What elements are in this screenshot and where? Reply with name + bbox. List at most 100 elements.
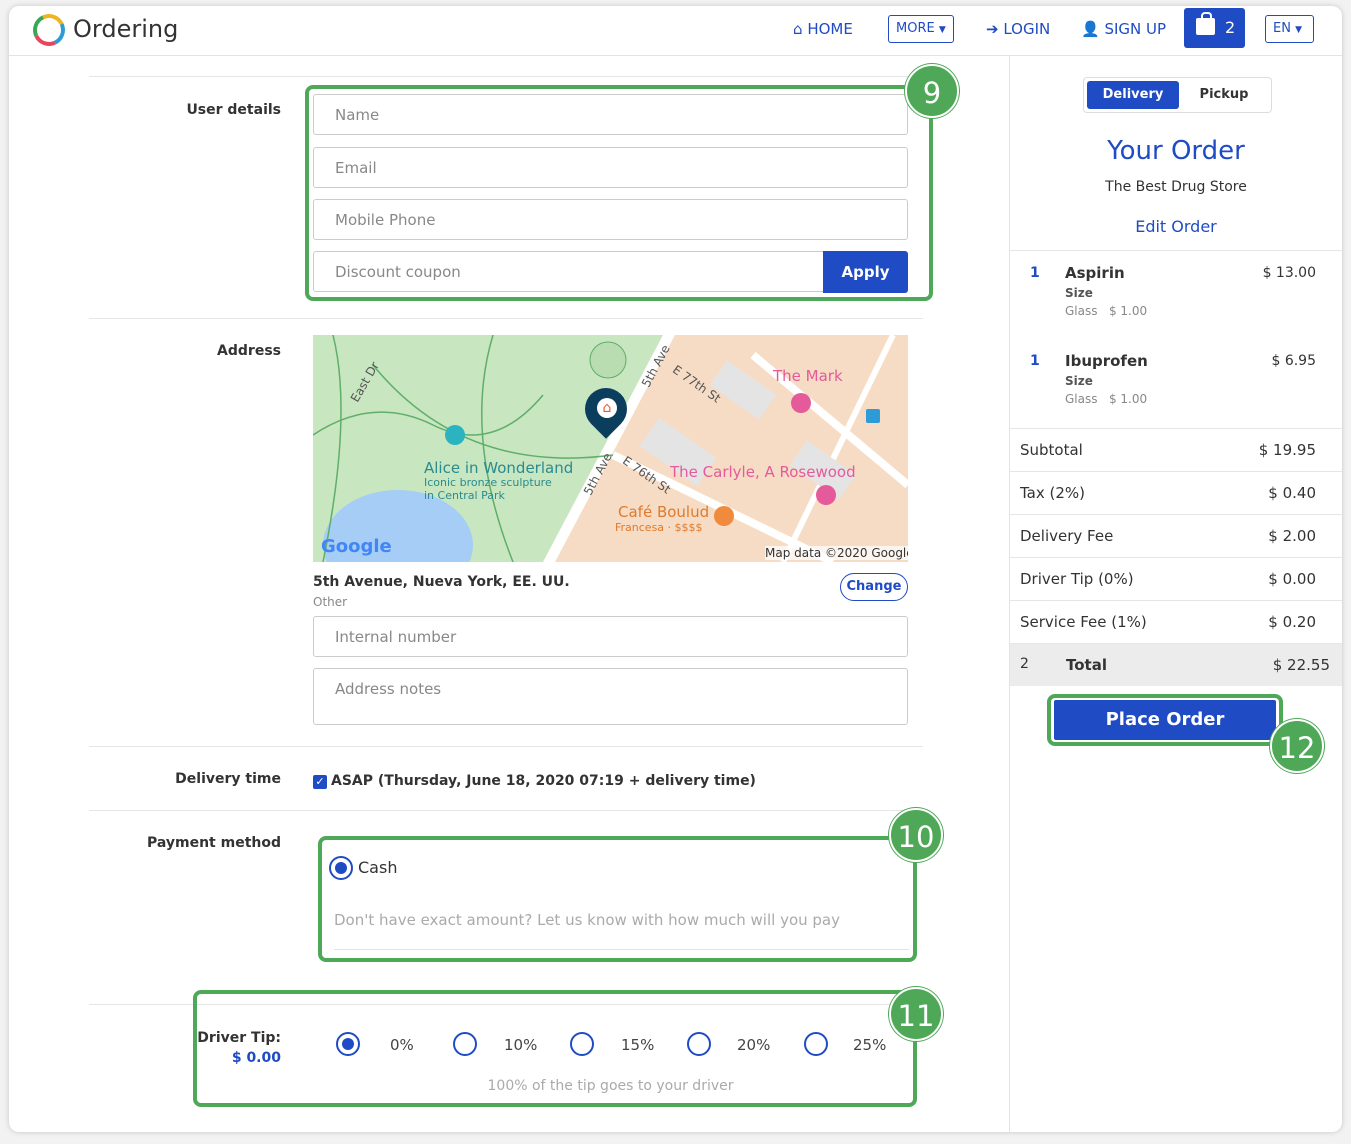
summary-label: Service Fee (1%)	[1020, 613, 1147, 631]
summary-row-driver-tip: Driver Tip (0%) $ 0.00	[1010, 557, 1342, 600]
caret-down-icon: ▼	[1295, 25, 1303, 35]
summary-value: $ 0.00	[1268, 570, 1316, 588]
address-notes-textarea[interactable]: Address notes	[313, 668, 908, 725]
tab-delivery[interactable]: Delivery	[1087, 81, 1179, 109]
highlight-box-tip	[193, 990, 917, 1107]
shopping-bag-icon	[1196, 12, 1215, 35]
nav-home[interactable]: ⌂ HOME	[793, 20, 853, 38]
cart-count: 2	[1225, 18, 1236, 37]
nav-signup-label: SIGN UP	[1104, 20, 1167, 38]
cart-button[interactable]: 2	[1184, 8, 1245, 48]
step-badge-10: 10	[889, 808, 943, 862]
address-label: Address	[217, 343, 281, 359]
section-divider	[89, 746, 923, 747]
item-option-label: Size	[1065, 286, 1093, 300]
google-logo: Google	[321, 536, 392, 557]
user-details-label: User details	[186, 102, 281, 118]
bus-stop-icon	[866, 409, 880, 423]
internal-number-input[interactable]: Internal number	[313, 616, 908, 657]
nav-more-dropdown[interactable]: MORE ▼	[888, 15, 954, 43]
item-option-label: Size	[1065, 374, 1093, 388]
map-label-alice-desc: Iconic bronze sculpture	[424, 476, 552, 489]
your-order-title: Your Order	[1107, 136, 1245, 166]
app-window: Ordering ⌂ HOME MORE ▼ ➔ LOGIN 👤 SIGN UP…	[9, 6, 1342, 1132]
nav-home-label: HOME	[807, 20, 853, 38]
home-pin-icon: ⌂	[597, 398, 617, 418]
hotel-pin-icon[interactable]	[791, 393, 811, 413]
order-type-toggle: Delivery Pickup	[1083, 77, 1272, 113]
sign-in-icon: ➔	[986, 20, 999, 38]
change-address-button[interactable]: Change	[840, 573, 908, 601]
section-divider	[89, 318, 923, 319]
summary-label: Tax (2%)	[1020, 484, 1086, 502]
park-path	[313, 394, 544, 436]
map-label-carlyle: The Carlyle, A Rosewood	[670, 463, 856, 481]
highlight-box-user-details	[305, 85, 933, 301]
top-navbar: Ordering ⌂ HOME MORE ▼ ➔ LOGIN 👤 SIGN UP…	[9, 6, 1342, 56]
logo-text[interactable]: Ordering	[73, 15, 178, 43]
summary-value: $ 19.95	[1258, 441, 1316, 459]
item-price: $ 13.00	[1262, 265, 1316, 281]
map-label-alice: Alice in Wonderland	[424, 459, 574, 477]
item-name: Ibuprofen	[1065, 352, 1148, 370]
nav-more-label: MORE	[896, 21, 935, 36]
park-circle	[589, 341, 627, 379]
address-street: 5th Avenue, Nueva York, EE. UU.	[313, 574, 570, 590]
item-quantity: 1	[1030, 353, 1040, 369]
tab-pickup[interactable]: Pickup	[1179, 81, 1269, 109]
step-badge-12: 12	[1270, 719, 1324, 773]
language-selector[interactable]: EN ▼	[1265, 15, 1314, 43]
summary-row-delivery-fee: Delivery Fee $ 2.00	[1010, 514, 1342, 557]
summary-label: Delivery Fee	[1020, 527, 1114, 545]
item-option-value: Glass $ 1.00	[1065, 392, 1148, 406]
highlight-box-payment	[318, 836, 917, 962]
total-count: 2	[1020, 656, 1029, 672]
nav-signup[interactable]: 👤 SIGN UP	[1081, 20, 1166, 38]
total-label: Total	[1066, 656, 1107, 674]
nav-login[interactable]: ➔ LOGIN	[986, 20, 1050, 38]
user-plus-icon: 👤	[1081, 20, 1100, 38]
summary-row-service-fee: Service Fee (1%) $ 0.20	[1010, 600, 1342, 643]
address-map[interactable]: ⌂ Alice in Wonderland Iconic bronze scul…	[313, 335, 908, 562]
summary-value: $ 0.20	[1268, 613, 1316, 631]
map-attribution[interactable]: Map data ©2020 Google	[765, 546, 908, 560]
map-label-the-mark: The Mark	[773, 367, 843, 385]
summary-row-tax: Tax (2%) $ 0.40	[1010, 471, 1342, 514]
step-badge-9: 9	[905, 64, 959, 118]
caret-down-icon: ▼	[938, 25, 946, 35]
divider	[1010, 250, 1342, 251]
asap-checkbox[interactable]: ✓	[313, 775, 327, 789]
section-divider	[89, 76, 923, 77]
item-option-value: Glass $ 1.00	[1065, 304, 1148, 318]
step-badge-11: 11	[889, 987, 943, 1041]
summary-label: Subtotal	[1020, 441, 1083, 459]
item-name: Aspirin	[1065, 264, 1125, 282]
delivery-time-value: ASAP (Thursday, June 18, 2020 07:19 + de…	[331, 773, 756, 789]
home-icon: ⌂	[793, 20, 803, 38]
language-label: EN	[1273, 21, 1291, 36]
summary-value: $ 2.00	[1268, 527, 1316, 545]
highlight-box-place-order	[1047, 694, 1283, 746]
camera-pin-icon[interactable]	[445, 425, 465, 445]
logo-icon	[28, 9, 70, 51]
address-type: Other	[313, 595, 348, 609]
payment-method-label: Payment method	[146, 835, 281, 851]
park-path	[372, 364, 614, 459]
map-label-cafe-desc: Francesa · $$$$	[615, 521, 703, 534]
map-label-alice-desc2: in Central Park	[424, 489, 505, 502]
section-divider	[89, 810, 923, 811]
summary-label: Driver Tip (0%)	[1020, 570, 1134, 588]
map-label-cafe-boulud: Café Boulud	[618, 503, 710, 521]
edit-order-link[interactable]: Edit Order	[1010, 217, 1342, 236]
delivery-time-label: Delivery time	[175, 771, 281, 787]
summary-row-total: 2 Total $ 22.55	[1010, 643, 1342, 686]
summary-value: $ 0.40	[1268, 484, 1316, 502]
item-price: $ 6.95	[1271, 353, 1316, 369]
total-value: $ 22.55	[1272, 656, 1330, 674]
store-name: The Best Drug Store	[1105, 179, 1247, 195]
nav-login-label: LOGIN	[1003, 20, 1051, 38]
hotel-pin-icon[interactable]	[816, 485, 836, 505]
restaurant-pin-icon[interactable]	[714, 506, 734, 526]
summary-row-subtotal: Subtotal $ 19.95	[1010, 428, 1342, 471]
item-quantity: 1	[1030, 265, 1040, 281]
